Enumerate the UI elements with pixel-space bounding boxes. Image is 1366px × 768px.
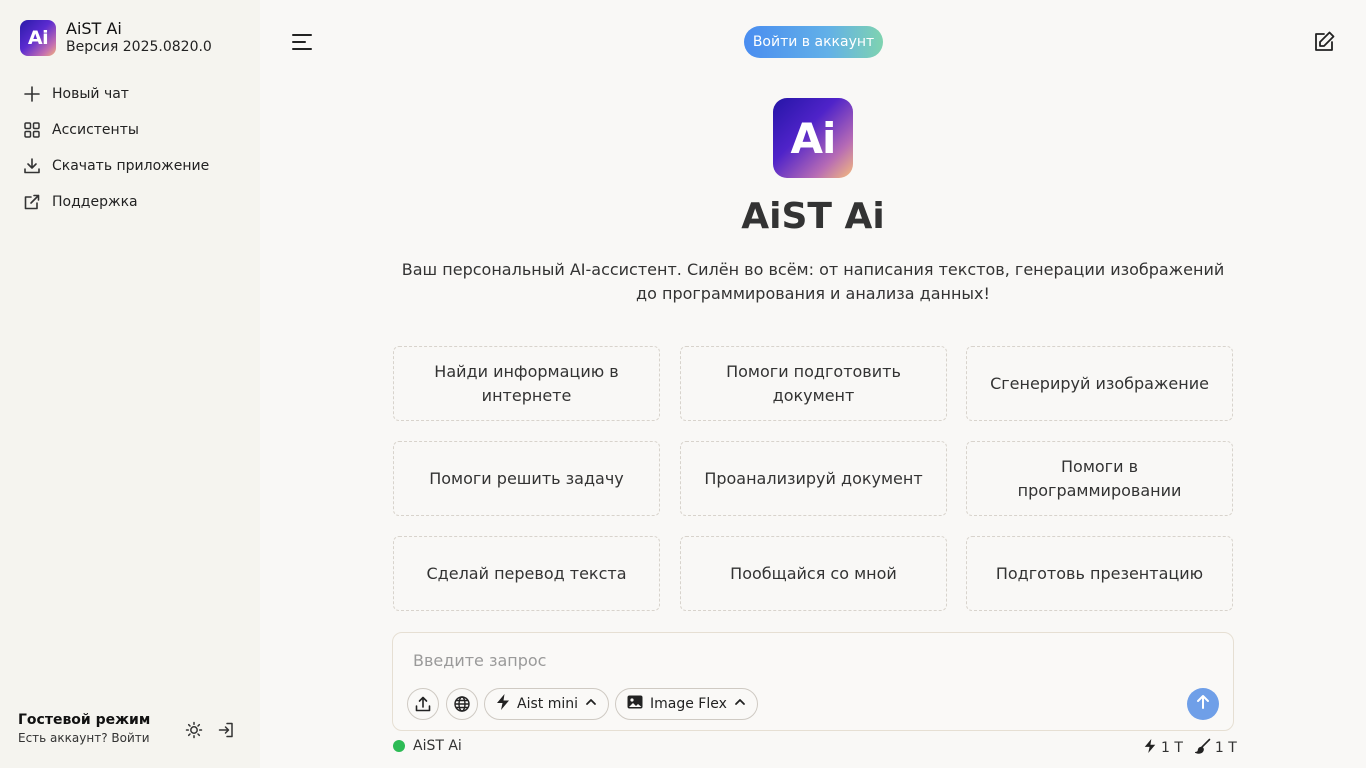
- plus-icon: [20, 82, 44, 106]
- brand-logo: Ai: [20, 20, 56, 56]
- login-button[interactable]: Войти в аккаунт: [744, 26, 883, 58]
- download-icon: [20, 154, 44, 178]
- model-selector[interactable]: Aist mini: [484, 688, 609, 720]
- model-status-label: AiST Ai: [413, 738, 462, 754]
- suggestion-card[interactable]: Сгенерируй изображение: [966, 346, 1233, 421]
- suggestion-card[interactable]: Подготовь презентацию: [966, 536, 1233, 611]
- sidebar-nav: Новый чат Ассистенты Скачать приложение: [20, 76, 250, 220]
- text-token-value: 1 Т: [1161, 740, 1183, 756]
- sidebar-item-label: Новый чат: [52, 86, 129, 102]
- sidebar-footer-actions: [184, 720, 236, 740]
- theme-toggle-sun-icon[interactable]: [184, 720, 204, 740]
- sidebar-item-new-chat[interactable]: Новый чат: [20, 76, 250, 112]
- sidebar-item-support[interactable]: Поддержка: [20, 184, 250, 220]
- new-chat-edit-icon[interactable]: [1312, 30, 1336, 54]
- hero-logo: Ai: [773, 98, 853, 178]
- brand[interactable]: Ai AiST Ai Версия 2025.0820.0: [20, 20, 212, 56]
- suggestion-card[interactable]: Проанализируй документ: [680, 441, 947, 516]
- lightning-icon: [495, 693, 511, 715]
- send-button[interactable]: [1187, 688, 1219, 720]
- model-status: AiST Ai: [393, 738, 462, 754]
- image-icon: [626, 693, 644, 715]
- brush-icon: [1193, 738, 1211, 758]
- page-title: AiST Ai: [741, 196, 885, 237]
- image-model-label: Image Flex: [650, 696, 727, 712]
- menu-toggle-icon[interactable]: [290, 30, 314, 54]
- sidebar-item-label: Поддержка: [52, 194, 138, 210]
- prompt-input[interactable]: [413, 649, 1193, 671]
- suggestion-card[interactable]: Помоги в программировании: [966, 441, 1233, 516]
- model-selector-label: Aist mini: [517, 696, 578, 712]
- image-token-value: 1 Т: [1214, 740, 1237, 756]
- token-counters: 1 Т 1 Т: [1143, 738, 1237, 758]
- sidebar-item-label: Скачать приложение: [52, 158, 210, 174]
- image-token-counter: 1 Т: [1193, 738, 1237, 758]
- upload-icon[interactable]: [407, 688, 439, 720]
- web-search-globe-icon[interactable]: [446, 688, 478, 720]
- brand-version: Версия 2025.0820.0: [66, 39, 212, 55]
- sidebar-item-download-app[interactable]: Скачать приложение: [20, 148, 250, 184]
- chevron-up-icon: [733, 695, 747, 713]
- page-description: Ваш персональный AI-ассистент. Силён во …: [401, 260, 1225, 303]
- lightning-icon: [1143, 738, 1157, 758]
- sidebar-item-label: Ассистенты: [52, 122, 139, 138]
- image-model-selector[interactable]: Image Flex: [615, 688, 758, 720]
- suggestion-card[interactable]: Пообщайся со мной: [680, 536, 947, 611]
- suggestion-card[interactable]: Найди информацию в интернете: [393, 346, 660, 421]
- suggestion-card[interactable]: Помоги решить задачу: [393, 441, 660, 516]
- suggestion-card[interactable]: Помоги подготовить документ: [680, 346, 947, 421]
- login-icon[interactable]: [216, 720, 236, 740]
- external-link-icon: [20, 190, 44, 214]
- suggestion-card[interactable]: Сделай перевод текста: [393, 536, 660, 611]
- brand-name: AiST Ai: [66, 19, 122, 38]
- arrow-up-icon: [1195, 694, 1211, 714]
- text-token-counter: 1 Т: [1143, 738, 1183, 758]
- chevron-up-icon: [584, 695, 598, 713]
- grid-icon: [20, 118, 44, 142]
- sidebar-item-assistants[interactable]: Ассистенты: [20, 112, 250, 148]
- prompt-composer: Aist mini Image Flex: [392, 632, 1234, 731]
- sidebar: Ai AiST Ai Версия 2025.0820.0 Новый чат …: [0, 0, 260, 768]
- online-status-dot: [393, 740, 405, 752]
